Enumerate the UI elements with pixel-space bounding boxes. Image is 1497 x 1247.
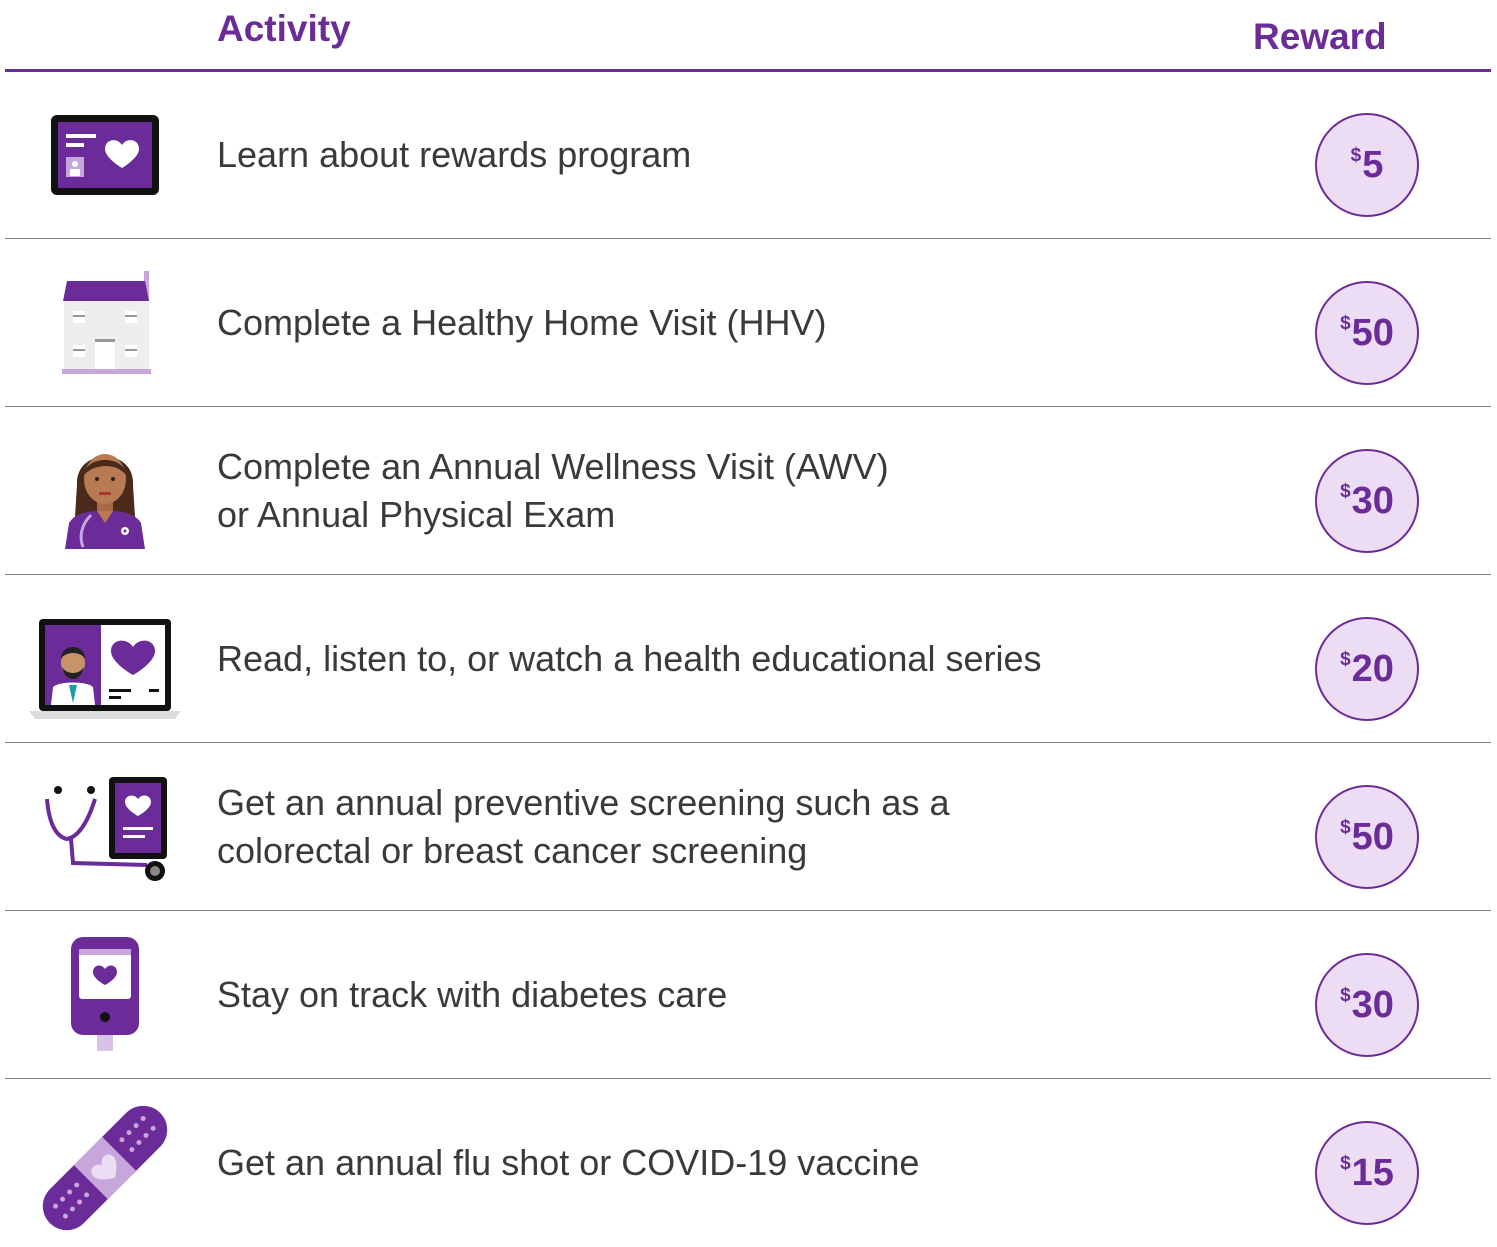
reward-amount: 30 — [1351, 983, 1394, 1026]
reward-amount: 5 — [1362, 143, 1384, 186]
activity-text-line: Complete an Annual Wellness Visit (AWV) — [217, 446, 889, 487]
reward-currency: $ — [1340, 817, 1351, 838]
activity-text: Get an annual flu shot or COVID-19 vacci… — [217, 1142, 920, 1183]
reward-row: Complete an Annual Wellness Visit (AWV) … — [0, 407, 1497, 575]
activity-label: Read, listen to, or watch a health educa… — [217, 575, 1217, 743]
reward-row: Learn about rewards program $ 5 — [0, 71, 1497, 239]
activity-text: Learn about rewards program — [217, 134, 692, 175]
reward-column-header: Reward — [1253, 16, 1387, 57]
reward-currency: $ — [1340, 985, 1351, 1006]
reward-badge: $ 5 — [1315, 113, 1419, 217]
table-header: Activity Reward — [0, 0, 1497, 72]
reward-currency: $ — [1350, 145, 1362, 166]
laptop-telehealth-icon — [25, 585, 185, 735]
reward-row: Read, listen to, or watch a health educa… — [0, 575, 1497, 743]
stethoscope-tablet-icon — [25, 753, 185, 903]
activity-label: Get an annual preventive screening such … — [217, 743, 1217, 911]
activity-label: Complete an Annual Wellness Visit (AWV) … — [217, 407, 1217, 575]
activity-text: Stay on track with diabetes care — [217, 974, 728, 1015]
reward-badge: $ 30 — [1315, 449, 1419, 553]
reward-badge: $ 50 — [1315, 281, 1419, 385]
doctor-icon — [25, 417, 185, 567]
activity-text: Complete a Healthy Home Visit (HHV) — [217, 302, 827, 343]
reward-amount: 15 — [1351, 1151, 1394, 1194]
reward-amount: 50 — [1351, 311, 1394, 354]
activity-column-header: Activity — [217, 8, 351, 49]
reward-currency: $ — [1340, 481, 1351, 502]
activity-label: Stay on track with diabetes care — [217, 911, 1217, 1079]
reward-amount: 30 — [1351, 479, 1394, 522]
activity-label: Complete a Healthy Home Visit (HHV) — [217, 239, 1217, 407]
activity-text-line: Get an annual preventive screening such … — [217, 782, 950, 823]
reward-currency: $ — [1340, 313, 1351, 334]
activity-label: Learn about rewards program — [217, 71, 1217, 239]
reward-badge: $ 30 — [1315, 953, 1419, 1057]
activity-label: Get an annual flu shot or COVID-19 vacci… — [217, 1079, 1217, 1247]
reward-row: Get an annual flu shot or COVID-19 vacci… — [0, 1079, 1497, 1247]
glucose-meter-icon — [25, 921, 185, 1071]
reward-badge: $ 20 — [1315, 617, 1419, 721]
activity-text: Read, listen to, or watch a health educa… — [217, 638, 1042, 679]
reward-row: Complete a Healthy Home Visit (HHV) $ 50 — [0, 239, 1497, 407]
reward-badge: $ 15 — [1315, 1121, 1419, 1225]
reward-amount: 50 — [1351, 815, 1394, 858]
reward-row: Get an annual preventive screening such … — [0, 743, 1497, 911]
reward-amount: 20 — [1351, 647, 1394, 690]
reward-currency: $ — [1340, 1153, 1351, 1174]
activity-text-line: or Annual Physical Exam — [217, 494, 616, 535]
activity-text-line: colorectal or breast cancer screening — [217, 830, 808, 871]
reward-row: Stay on track with diabetes care $ 30 — [0, 911, 1497, 1079]
tablet-heart-icon — [25, 81, 185, 231]
reward-badge: $ 50 — [1315, 785, 1419, 889]
house-icon — [25, 249, 185, 399]
reward-currency: $ — [1340, 649, 1351, 670]
